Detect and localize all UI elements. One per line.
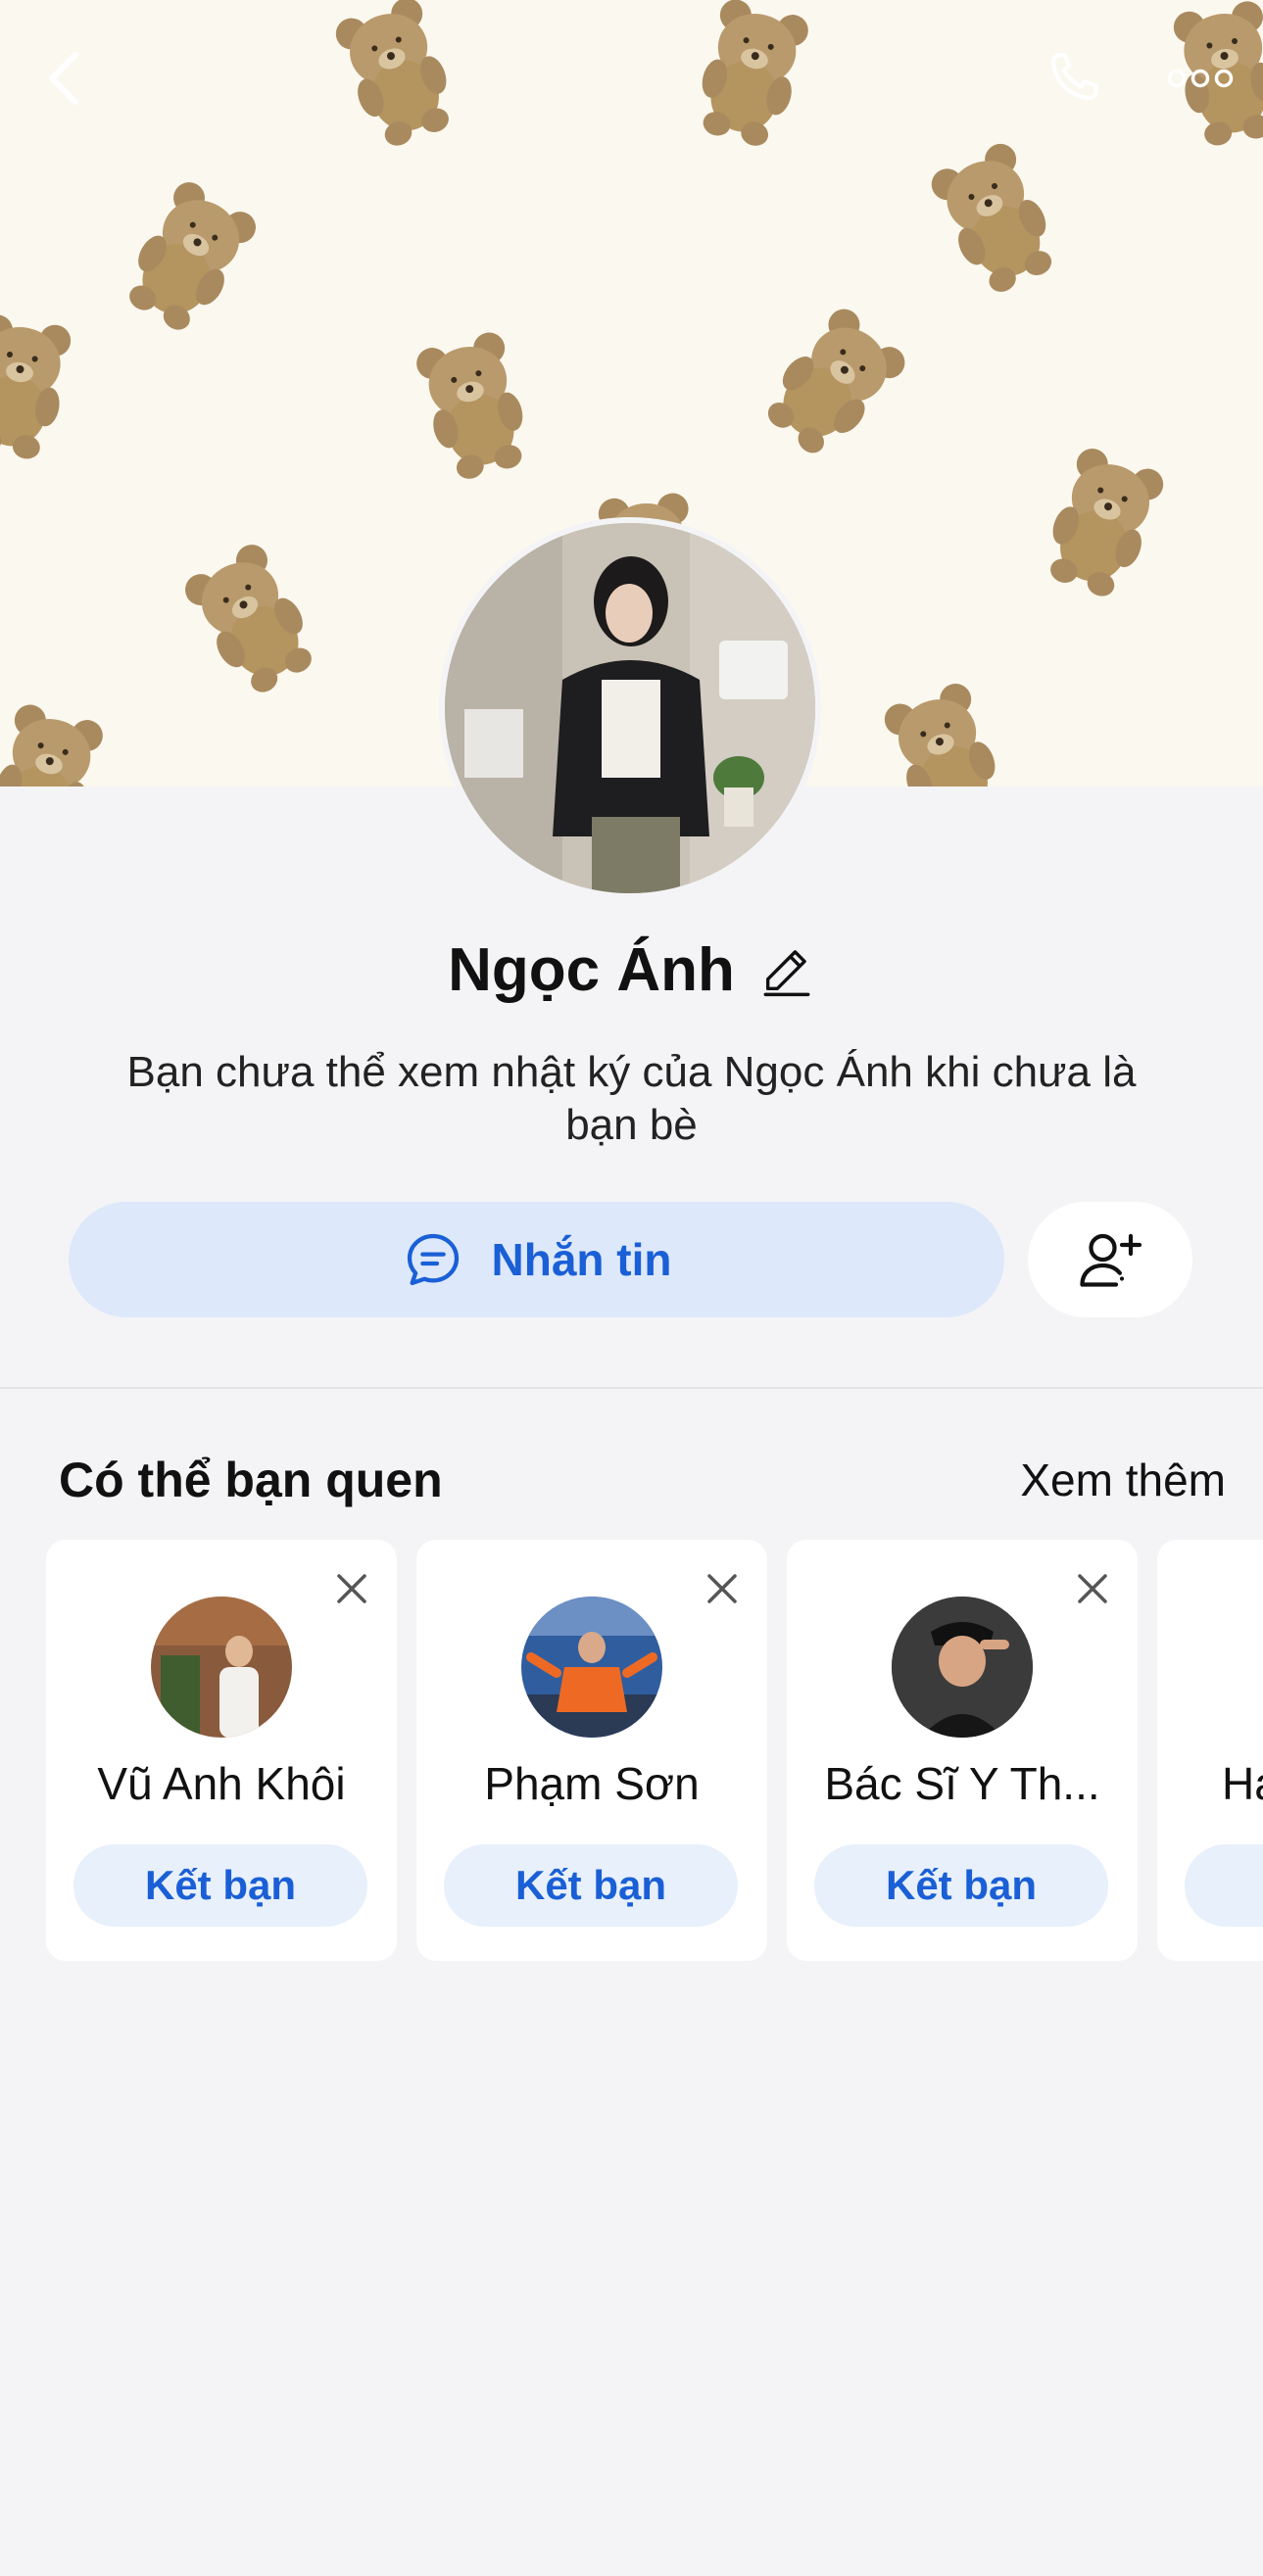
message-button[interactable]: Nhắn tin	[69, 1202, 1004, 1317]
suggestion-card[interactable]: Ha K	[1157, 1540, 1263, 1961]
back-button[interactable]	[29, 39, 98, 118]
suggestion-name: Bác Sĩ Y Th...	[824, 1758, 1100, 1809]
close-icon	[707, 1574, 737, 1603]
add-friend-button[interactable]: K	[1185, 1844, 1263, 1927]
add-user-icon	[1080, 1233, 1142, 1287]
edit-name-button[interactable]	[758, 941, 815, 998]
pencil-icon	[763, 950, 810, 997]
name-row: Ngọc Ánh	[0, 930, 1263, 1009]
friend-status-notice: Bạn chưa thể xem nhật ký của Ngọc Ánh kh…	[126, 1048, 1137, 1149]
dismiss-button[interactable]	[324, 1561, 379, 1616]
profile-page: Ngọc Ánh Bạn chưa thể xem nhật ký của Ng…	[0, 0, 1263, 2576]
chat-bubble-icon	[407, 1233, 459, 1286]
add-friend-button[interactable]: Kết bạn	[444, 1844, 738, 1927]
add-friend-button[interactable]: Kết bạn	[73, 1844, 367, 1927]
avatar-photo	[151, 1597, 292, 1738]
message-button-label: Nhắn tin	[491, 1234, 672, 1285]
dismiss-button[interactable]	[1065, 1561, 1120, 1616]
dismiss-button[interactable]	[695, 1561, 750, 1616]
avatar[interactable]	[892, 1597, 1033, 1738]
avatar[interactable]	[151, 1597, 292, 1738]
suggestion-card[interactable]: Vũ Anh Khôi Kết bạn	[46, 1540, 397, 1961]
more-dots-icon	[1167, 69, 1234, 88]
suggestion-name: Vũ Anh Khôi	[97, 1758, 346, 1809]
add-friend-button[interactable]	[1028, 1202, 1192, 1317]
close-icon	[337, 1574, 366, 1603]
avatar-photo	[892, 1597, 1033, 1738]
phone-icon	[1050, 52, 1098, 101]
avatar-photo	[445, 523, 815, 893]
suggestions-title: Có thể bạn quen	[59, 1453, 443, 1507]
suggestion-card[interactable]: Bác Sĩ Y Th... Kết bạn	[787, 1540, 1138, 1961]
section-divider	[0, 1387, 1263, 1389]
suggestion-name: Ha	[1222, 1758, 1263, 1809]
call-button[interactable]	[1029, 34, 1117, 122]
avatar[interactable]	[521, 1597, 662, 1738]
chevron-left-icon	[49, 52, 78, 105]
avatar-photo	[521, 1597, 662, 1738]
more-button[interactable]	[1156, 39, 1244, 118]
profile-avatar[interactable]	[439, 517, 821, 899]
profile-name: Ngọc Ánh	[448, 935, 735, 1004]
close-icon	[1078, 1574, 1107, 1603]
suggestion-card[interactable]: Phạm Sơn Kết bạn	[416, 1540, 767, 1961]
suggestion-cards: Vũ Anh Khôi Kết bạn Phạm Sơn Kết bạn Bác…	[0, 1540, 1263, 1963]
add-friend-button[interactable]: Kết bạn	[814, 1844, 1108, 1927]
suggestion-name: Phạm Sơn	[484, 1758, 700, 1809]
see-more-link[interactable]: Xem thêm	[1020, 1454, 1226, 1506]
